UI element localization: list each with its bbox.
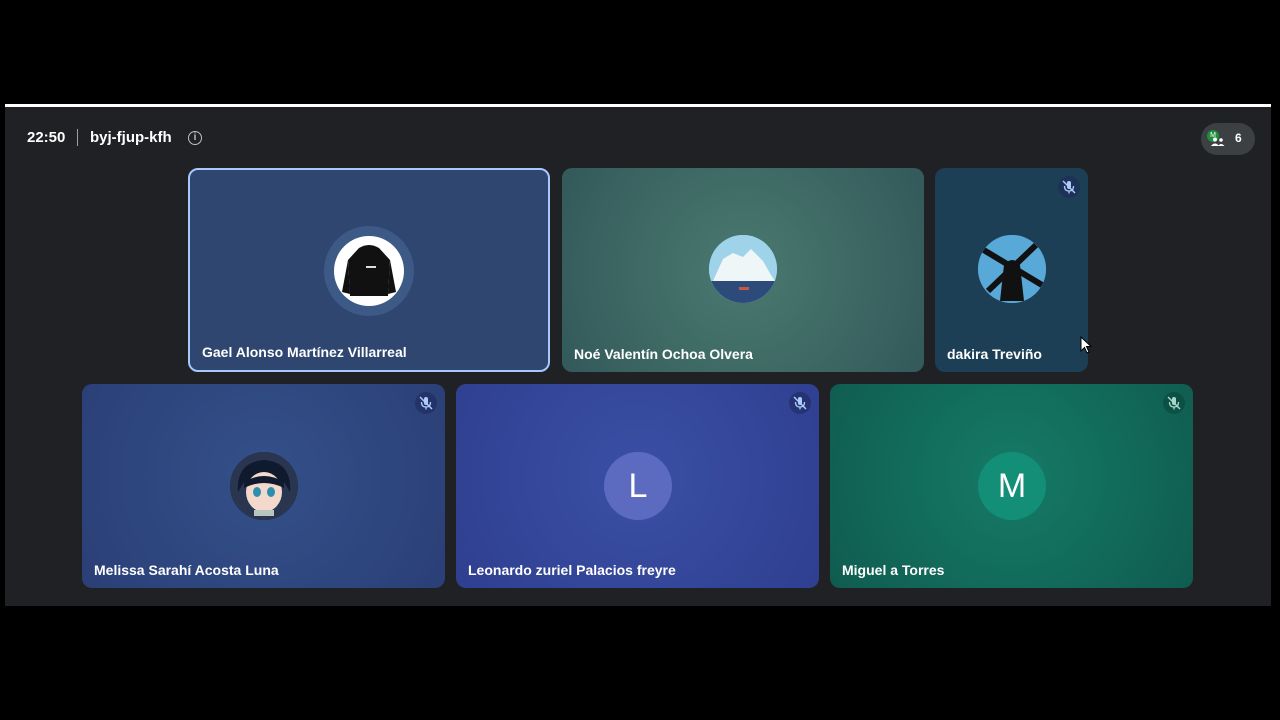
- participants-button[interactable]: M 6: [1201, 123, 1255, 155]
- mic-off-icon: [789, 392, 811, 414]
- participant-avatar: L: [604, 452, 672, 520]
- participant-name: Gael Alonso Martínez Villarreal: [202, 344, 407, 360]
- info-icon[interactable]: i: [188, 131, 202, 145]
- participant-name: Leonardo zuriel Palacios freyre: [468, 562, 676, 578]
- participant-tile[interactable]: L Leonardo zuriel Palacios freyre: [456, 384, 819, 588]
- participant-name: Miguel a Torres: [842, 562, 945, 578]
- participant-avatar: [230, 452, 298, 520]
- mic-off-icon: [415, 392, 437, 414]
- participant-name: Noé Valentín Ochoa Olvera: [574, 346, 753, 362]
- participant-tile[interactable]: Gael Alonso Martínez Villarreal: [188, 168, 550, 372]
- meeting-time: 22:50: [27, 129, 66, 146]
- participant-avatar: [978, 235, 1046, 303]
- meeting-header: 22:50 byj-fjup-kfh i M 6: [5, 107, 1271, 171]
- meeting-code: byj-fjup-kfh: [90, 129, 172, 146]
- participant-tile[interactable]: M Miguel a Torres: [830, 384, 1193, 588]
- participant-name: Melissa Sarahí Acosta Luna: [94, 562, 279, 578]
- mic-off-icon: [1058, 176, 1080, 198]
- participant-avatar: M: [978, 452, 1046, 520]
- mic-off-icon: [1163, 392, 1185, 414]
- anime-character-icon: [230, 452, 298, 520]
- participant-avatar: [709, 235, 777, 303]
- people-icon: [1211, 137, 1225, 146]
- iceberg-icon: [709, 235, 777, 303]
- hoodie-icon: [342, 245, 396, 296]
- participant-tile[interactable]: Noé Valentín Ochoa Olvera: [562, 168, 924, 372]
- participant-count: 6: [1235, 131, 1242, 145]
- mouse-cursor-icon: [1080, 336, 1092, 354]
- participant-name: dakira Treviño: [947, 346, 1042, 362]
- participant-tile[interactable]: Melissa Sarahí Acosta Luna: [82, 384, 445, 588]
- participant-tile[interactable]: dakira Treviño: [935, 168, 1088, 372]
- participant-avatar: [324, 226, 414, 316]
- windmill-icon: [978, 235, 1046, 303]
- header-divider: [77, 129, 78, 146]
